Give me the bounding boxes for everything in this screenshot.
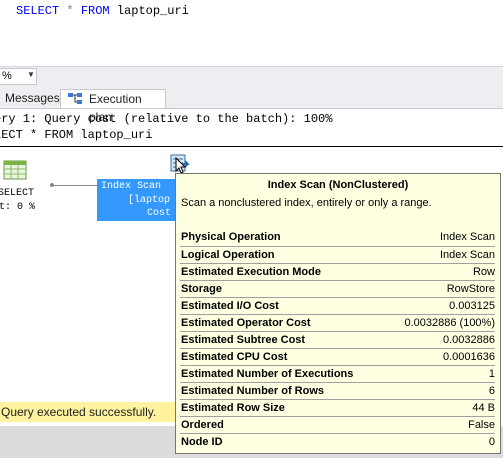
property-key: Estimated Subtree Cost (181, 334, 306, 346)
property-value: Index Scan (439, 249, 495, 261)
property-key: Estimated I/O Cost (181, 300, 279, 312)
keyword-select: SELECT (16, 4, 60, 18)
execution-plan-icon (68, 93, 82, 104)
status-bar: Query executed successfully. (0, 402, 175, 422)
query-editor[interactable]: SELECT * FROM laptop_uri (0, 0, 503, 66)
tab-messages-label: Messages (5, 91, 60, 105)
property-key: Logical Operation (181, 249, 275, 261)
tooltip-description: Scan a nonclustered index, entirely or o… (181, 197, 432, 209)
property-value: False (468, 419, 495, 431)
select-node-icon[interactable] (3, 160, 27, 180)
zoom-dropdown[interactable]: % ▼ (0, 68, 37, 85)
property-value: 6 (488, 385, 495, 397)
property-value: 44 B (472, 402, 495, 414)
property-key: Node ID (181, 436, 223, 448)
results-tabbar: Messages Execution plan (0, 86, 503, 124)
property-key: Physical Operation (181, 231, 281, 243)
property-key: Estimated Number of Executions (181, 368, 354, 380)
tooltip-property-row: Estimated CPU Cost 0.0001636 (180, 348, 495, 365)
property-value: Row (472, 266, 495, 278)
tooltip-property-row: Estimated Row Size 44 B (180, 399, 495, 416)
tooltip-property-row: Estimated Number of Rows 6 (180, 382, 495, 399)
property-value: Index Scan (439, 231, 495, 243)
tooltip-property-row: Estimated Subtree Cost 0.0032886 (180, 331, 495, 348)
property-value: RowStore (446, 283, 495, 295)
select-node-cost: st: 0 % (0, 202, 36, 213)
select-node-label: SELECT (0, 188, 35, 199)
keyword-from: FROM (80, 4, 110, 18)
tooltip-property-row: Ordered False (180, 416, 495, 433)
property-value: 0.0001636 (443, 351, 495, 363)
index-scan-node[interactable]: Index Scan [laptop Cost (97, 179, 177, 221)
zoom-value: % (2, 70, 12, 82)
tooltip-property-row: Estimated Operator Cost 0.0032886 (100%) (180, 314, 495, 331)
index-node-line3: Cost (147, 208, 172, 219)
status-message: Query executed successfully. (1, 405, 157, 419)
table-name: laptop_uri (116, 4, 189, 18)
tab-messages[interactable]: Messages (0, 89, 60, 108)
query-line: SELECT * FROM laptop_uri (16, 4, 189, 18)
property-key: Ordered (181, 419, 224, 431)
divider (0, 146, 503, 147)
index-node-line1: Index Scan (101, 181, 162, 192)
operator-tooltip: Index Scan (NonClustered) Scan a nonclus… (175, 173, 501, 454)
tooltip-title: Index Scan (NonClustered) (267, 179, 409, 191)
property-value: 0.0032886 (100%) (404, 317, 495, 329)
tooltip-properties: Physical Operation Index Scan Logical Oper… (180, 229, 495, 450)
tooltip-property-row: Storage RowStore (180, 280, 495, 297)
property-value: 0.003125 (449, 300, 495, 312)
tooltip-property-row: Node ID 0 (180, 433, 495, 450)
tooltip-property-row: Estimated Execution Mode Row (180, 263, 495, 280)
zoom-strip: % ▼ (0, 66, 503, 86)
tab-execution-plan[interactable]: Execution plan (60, 89, 166, 124)
property-value: 1 (488, 368, 495, 380)
operator-star: * (66, 4, 74, 18)
tooltip-property-row: Physical Operation Index Scan (180, 229, 495, 246)
tooltip-property-row: Estimated I/O Cost 0.003125 (180, 297, 495, 314)
property-value: 0.0032886 (443, 334, 495, 346)
property-value: 0 (488, 436, 495, 448)
property-key: Estimated CPU Cost (181, 351, 288, 363)
property-key: Estimated Operator Cost (181, 317, 311, 329)
tooltip-property-row: Logical Operation Index Scan (180, 246, 495, 263)
tooltip-property-row: Estimated Number of Executions 1 (180, 365, 495, 382)
property-key: Estimated Execution Mode (181, 266, 321, 278)
property-key: Storage (181, 283, 222, 295)
chevron-down-icon: ▼ (27, 70, 35, 79)
index-node-line2: [laptop (128, 195, 171, 206)
plan-connector (52, 185, 98, 186)
query-text: LECT * FROM laptop_uri (0, 128, 153, 142)
query-cost-header: ery 1: Query cost (relative to the batch… (0, 112, 333, 126)
property-key: Estimated Number of Rows (181, 385, 325, 397)
property-key: Estimated Row Size (181, 402, 285, 414)
